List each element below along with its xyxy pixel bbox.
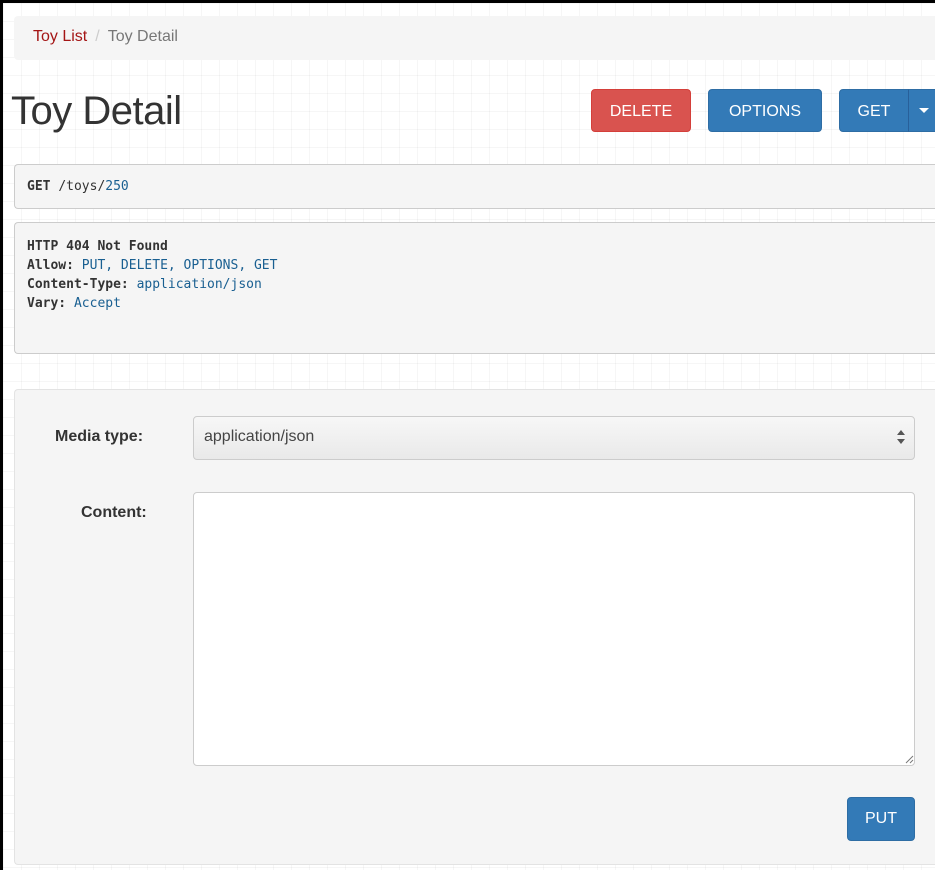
response-header-name: Content-Type:: [27, 277, 129, 292]
response-header-value: PUT, DELETE, OPTIONS, GET: [81, 258, 278, 273]
response-header-name: Allow:: [27, 258, 74, 273]
media-type-select[interactable]: application/json: [193, 416, 915, 460]
delete-button[interactable]: DELETE: [591, 89, 691, 132]
response-header-row: Allow: PUT, DELETE, OPTIONS, GET: [27, 256, 935, 275]
response-header-value: Accept: [73, 296, 121, 311]
response-header-row: Content-Type: application/json: [27, 275, 935, 294]
media-type-selected-value: application/json: [204, 428, 315, 445]
select-updown-icon: [897, 430, 905, 444]
response-info: HTTP 404 Not Found Allow: PUT, DELETE, OP…: [14, 222, 935, 354]
media-type-label: Media type:: [55, 428, 144, 445]
options-button[interactable]: OPTIONS: [708, 89, 822, 132]
page-title: Toy Detail: [11, 89, 182, 133]
get-format-dropdown-toggle[interactable]: [908, 89, 935, 132]
get-button[interactable]: GET: [839, 89, 909, 132]
response-header-name: Vary:: [27, 296, 67, 311]
response-header-value: application/json: [136, 277, 262, 292]
request-id-link[interactable]: 250: [105, 179, 128, 194]
breadcrumb: Toy List / Toy Detail: [14, 16, 935, 60]
content-textarea[interactable]: [193, 492, 915, 766]
response-header-row: Vary: Accept: [27, 294, 935, 313]
request-info: GET /toys/250: [14, 164, 935, 209]
breadcrumb-current: Toy Detail: [107, 28, 178, 45]
breadcrumb-link-toy-list[interactable]: Toy List: [33, 28, 87, 45]
breadcrumb-separator: /: [95, 28, 100, 45]
resize-grip-icon[interactable]: [904, 754, 914, 764]
content-label: Content:: [81, 504, 147, 521]
response-status: HTTP 404 Not Found: [27, 239, 168, 254]
raw-data-form: Media type: application/json Content: PU…: [14, 389, 935, 865]
put-button[interactable]: PUT: [847, 797, 915, 841]
page-frame: Toy List / Toy Detail Toy Detail DELETE OP…: [0, 0, 935, 870]
caret-down-icon: [919, 108, 929, 114]
request-method: GET: [27, 179, 51, 194]
request-path: /toys/: [58, 179, 106, 194]
